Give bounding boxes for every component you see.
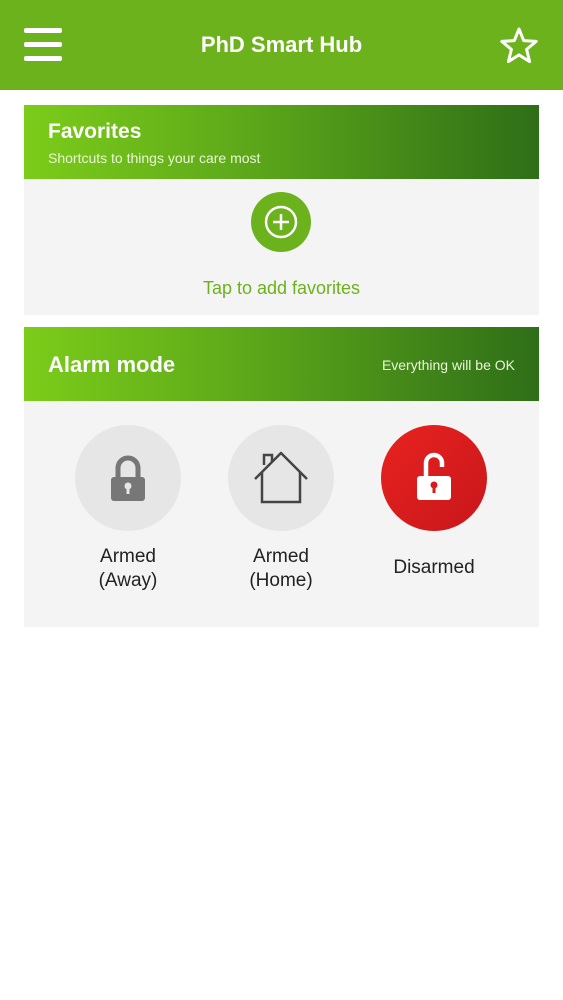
alarm-mode-card: Alarm mode Everything will be OK Armed (…	[24, 327, 539, 627]
alarm-status-text: Everything will be OK	[381, 357, 515, 373]
alarm-mode-header: Alarm mode Everything will be OK	[24, 327, 539, 401]
add-favorites-button[interactable]: Tap to add favorites	[24, 179, 539, 315]
armed-away-circle[interactable]	[75, 425, 181, 531]
armed-home-label-line1: Armed	[253, 546, 309, 567]
armed-home-circle[interactable]	[228, 425, 334, 531]
app-title: PhD Smart Hub	[200, 32, 363, 57]
armed-home-label-line2: (Home)	[249, 570, 313, 591]
disarmed-label: Disarmed	[393, 557, 475, 578]
armed-home-label: Armed (Home)	[206, 545, 356, 593]
armed-away-label-line1: Armed	[100, 546, 156, 567]
favorites-header: Favorites Shortcuts to things your care …	[24, 105, 539, 179]
favorites-card: Favorites Shortcuts to things your care …	[24, 105, 539, 315]
armed-away-label-line2: (Away)	[98, 570, 158, 591]
disarmed-circle[interactable]	[381, 425, 487, 531]
lock-closed-icon	[111, 455, 145, 501]
favorites-subtitle: Shortcuts to things your care most	[48, 150, 261, 166]
armed-away-label: Armed (Away)	[53, 545, 203, 593]
add-favorite-circle[interactable]	[251, 192, 311, 252]
plus-circle-icon	[264, 205, 298, 239]
top-app-bar: PhD Smart Hub	[0, 0, 563, 90]
add-favorites-label[interactable]: Tap to add favorites	[24, 277, 539, 299]
star-icon	[500, 27, 538, 64]
armed-away-button[interactable]: Armed (Away)	[53, 425, 203, 593]
lock-open-icon	[417, 452, 451, 500]
alarm-mode-title: Alarm mode	[48, 352, 176, 377]
armed-home-button[interactable]: Armed (Home)	[206, 425, 356, 593]
house-icon	[254, 451, 308, 504]
favorites-star-button[interactable]	[499, 26, 539, 66]
favorites-title: Favorites	[48, 120, 142, 143]
disarmed-button[interactable]: Disarmed	[359, 425, 509, 580]
